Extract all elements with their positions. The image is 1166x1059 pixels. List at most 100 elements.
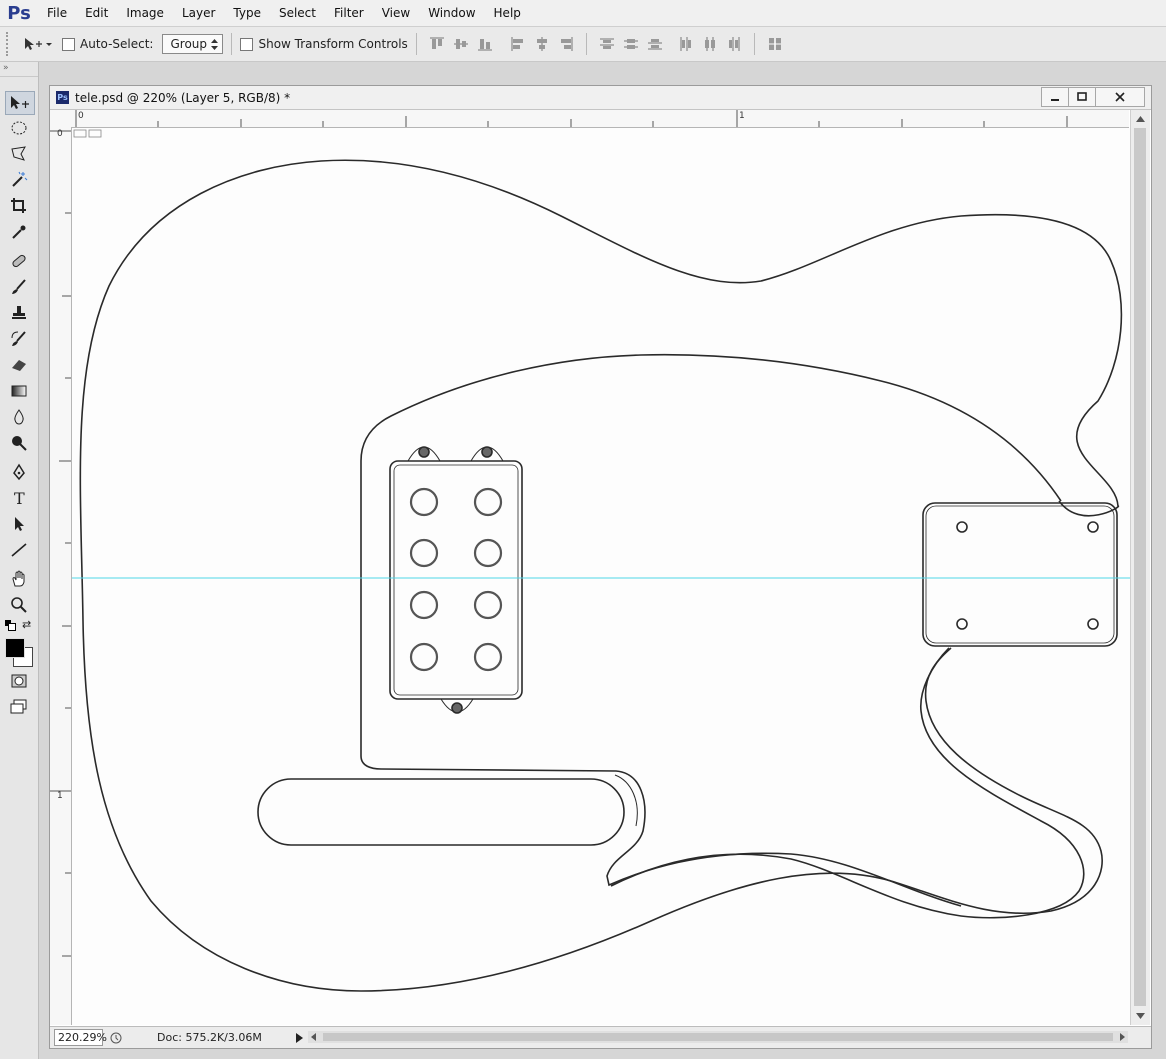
options-grip[interactable] bbox=[6, 32, 14, 56]
scroll-left-icon[interactable] bbox=[308, 1031, 320, 1043]
quick-select-tool-button[interactable] bbox=[5, 169, 33, 191]
ruler-left-label-1: 1 bbox=[57, 791, 63, 801]
align-hcenter-button[interactable] bbox=[531, 33, 553, 55]
dodge-tool-button[interactable] bbox=[5, 432, 33, 454]
auto-select-checkbox[interactable]: Auto-Select: bbox=[62, 37, 153, 51]
options-bar: Auto-Select: Group Show Transform Contro… bbox=[0, 27, 1166, 62]
show-transform-checkbox[interactable]: Show Transform Controls bbox=[240, 37, 408, 51]
foreground-color-swatch[interactable] bbox=[5, 638, 25, 658]
eyedropper-icon bbox=[12, 225, 26, 239]
distribute-bottom-icon bbox=[647, 39, 662, 50]
ruler-origin[interactable] bbox=[50, 110, 72, 128]
eraser-tool-button[interactable] bbox=[5, 354, 33, 376]
align-top-button[interactable] bbox=[426, 33, 448, 55]
zoom-tool-button[interactable] bbox=[5, 594, 33, 616]
path-selection-tool-button[interactable] bbox=[5, 513, 33, 535]
show-transform-box[interactable] bbox=[240, 37, 254, 51]
show-transform-label: Show Transform Controls bbox=[258, 37, 408, 51]
scroll-right-icon[interactable] bbox=[1116, 1031, 1128, 1043]
eyedropper-tool-button[interactable] bbox=[5, 221, 33, 243]
tool-preset-picker[interactable] bbox=[20, 32, 54, 56]
distribute-left-icon bbox=[680, 37, 691, 51]
menu-select[interactable]: Select bbox=[270, 6, 325, 20]
menu-image[interactable]: Image bbox=[117, 6, 173, 20]
pen-tool-button[interactable] bbox=[5, 461, 33, 483]
menu-type[interactable]: Type bbox=[224, 6, 270, 20]
menu-help[interactable]: Help bbox=[485, 6, 530, 20]
healing-brush-tool-button[interactable] bbox=[5, 250, 33, 272]
hand-tool-button[interactable] bbox=[5, 568, 33, 590]
lasso-tool-button[interactable] bbox=[5, 143, 33, 165]
ruler-left-label-0: 0 bbox=[57, 129, 63, 139]
distribute-bottom-button[interactable] bbox=[644, 33, 666, 55]
distribute-vcenter-button[interactable] bbox=[620, 33, 642, 55]
distribute-right-icon bbox=[728, 37, 740, 51]
horizontal-ruler[interactable]: 0 1 bbox=[71, 110, 1129, 128]
menu-filter[interactable]: Filter bbox=[325, 6, 373, 20]
default-colors-icon[interactable] bbox=[5, 620, 16, 631]
gradient-tool-button[interactable] bbox=[5, 380, 33, 402]
dodge-icon bbox=[12, 436, 27, 451]
quick-mask-icon bbox=[11, 674, 27, 688]
document-title-bar[interactable]: Ps tele.psd @ 220% (Layer 5, RGB/8) * bbox=[50, 86, 1151, 110]
timer-icon[interactable] bbox=[109, 1031, 123, 1045]
swap-colors-icon[interactable]: ⇄ bbox=[22, 618, 31, 631]
minimize-button[interactable] bbox=[1041, 87, 1069, 107]
polygonal-lasso-icon bbox=[11, 146, 26, 161]
auto-select-target-dropdown[interactable]: Group bbox=[162, 34, 224, 54]
move-tool-button[interactable] bbox=[5, 91, 35, 115]
vertical-ruler[interactable]: 0 1 bbox=[50, 127, 72, 1025]
pickup bbox=[389, 460, 523, 700]
horizontal-scrollbar[interactable] bbox=[308, 1031, 1128, 1043]
menu-view[interactable]: View bbox=[373, 6, 419, 20]
menu-file[interactable]: File bbox=[38, 6, 76, 20]
auto-align-icon bbox=[768, 38, 781, 50]
quick-mask-button[interactable] bbox=[5, 670, 33, 692]
align-left-icon bbox=[511, 37, 523, 51]
zoom-level-field[interactable]: 220.29% bbox=[54, 1029, 107, 1046]
history-brush-tool-button[interactable] bbox=[5, 328, 33, 350]
horizontal-scroll-thumb[interactable] bbox=[323, 1033, 1113, 1041]
menu-edit[interactable]: Edit bbox=[76, 6, 117, 20]
align-left-button[interactable] bbox=[507, 33, 529, 55]
distribute-left-button[interactable] bbox=[675, 33, 697, 55]
move-tool-icon bbox=[11, 96, 29, 109]
type-tool-button[interactable]: T bbox=[5, 487, 33, 509]
align-vcenter-button[interactable] bbox=[450, 33, 472, 55]
close-button[interactable] bbox=[1095, 87, 1145, 107]
marquee-tool-button[interactable] bbox=[5, 117, 33, 139]
maximize-button[interactable] bbox=[1068, 87, 1096, 107]
line-icon bbox=[11, 543, 27, 557]
ruler-top-label-0: 0 bbox=[78, 111, 84, 121]
maximize-icon bbox=[1077, 92, 1087, 101]
align-bottom-button[interactable] bbox=[474, 33, 496, 55]
line-tool-button[interactable] bbox=[5, 539, 33, 561]
vertical-scrollbar[interactable] bbox=[1130, 110, 1150, 1025]
brush-tool-button[interactable] bbox=[5, 276, 33, 298]
pen-icon bbox=[13, 463, 25, 481]
status-menu-arrow-icon[interactable] bbox=[293, 1031, 305, 1045]
menu-layer[interactable]: Layer bbox=[173, 6, 224, 20]
distribute-hcenter-button[interactable] bbox=[699, 33, 721, 55]
auto-select-box[interactable] bbox=[62, 37, 75, 51]
menu-window[interactable]: Window bbox=[419, 6, 484, 20]
distribute-top-button[interactable] bbox=[596, 33, 618, 55]
distribute-right-button[interactable] bbox=[723, 33, 745, 55]
status-bar: 220.29% Doc: 575.2K/3.06M bbox=[50, 1026, 1151, 1048]
blur-tool-button[interactable] bbox=[5, 406, 33, 428]
svg-text:T: T bbox=[14, 489, 25, 507]
binding-line bbox=[610, 647, 1085, 919]
hand-icon bbox=[12, 570, 25, 587]
crop-tool-button[interactable] bbox=[5, 195, 33, 217]
clone-stamp-tool-button[interactable] bbox=[5, 302, 33, 324]
auto-align-layers-button[interactable] bbox=[764, 33, 786, 55]
document-canvas[interactable] bbox=[72, 128, 1130, 1025]
tools-panel-collapse-icon[interactable]: » bbox=[0, 62, 38, 77]
screen-mode-button[interactable] bbox=[5, 696, 33, 718]
vertical-scroll-thumb[interactable] bbox=[1134, 128, 1146, 1006]
water-drop-icon bbox=[14, 409, 24, 425]
scroll-up-icon[interactable] bbox=[1131, 112, 1150, 126]
vertical-ruler-ticks bbox=[50, 130, 71, 957]
scroll-down-icon[interactable] bbox=[1131, 1009, 1150, 1023]
align-right-button[interactable] bbox=[555, 33, 577, 55]
